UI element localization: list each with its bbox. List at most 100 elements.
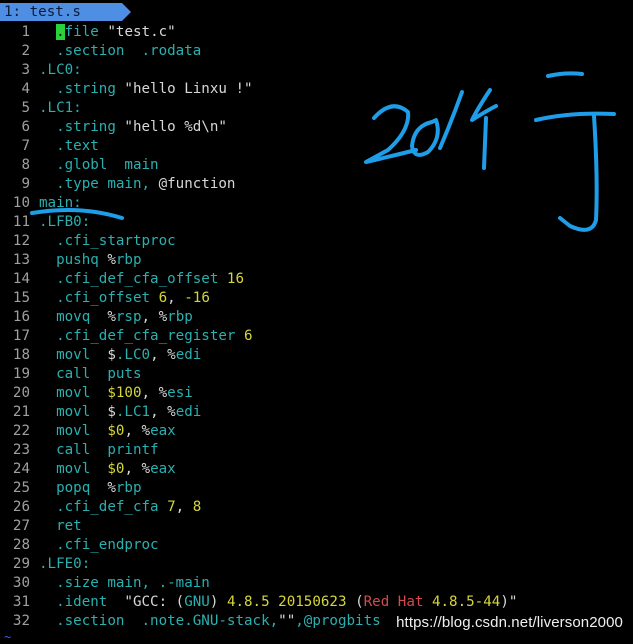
code-line[interactable]: 14 .cfi_def_cfa_offset 16 (0, 270, 633, 289)
code-token: movl (39, 404, 108, 420)
code-text: main: (39, 195, 82, 211)
code-line[interactable]: 6 .string "hello %d\n" (0, 118, 633, 137)
code-line[interactable]: 22 movl $0, %eax (0, 422, 633, 441)
code-line[interactable]: 10 main: (0, 194, 633, 213)
code-token: , (167, 290, 185, 306)
code-line[interactable]: 4 .string "hello Linxu !" (0, 80, 633, 99)
line-number: 27 (12, 518, 30, 534)
code-line[interactable]: 30 .size main, .-main (0, 574, 633, 593)
code-text: .LFE0: (39, 556, 90, 572)
code-token: 6 (158, 290, 168, 306)
code-text: movl $0, %eax (39, 461, 176, 477)
code-line[interactable]: 15 .cfi_offset 6, -16 (0, 289, 633, 308)
code-line[interactable]: 31 .ident "GCC: (GNU) 4.8.5 20150623 (Re… (0, 593, 633, 612)
code-token: .LC0: (39, 62, 82, 78)
code-text: pushq %rbp (39, 252, 141, 268)
code-token: edi (175, 404, 202, 420)
line-number: 3 (21, 62, 30, 78)
line-number: 17 (12, 328, 30, 344)
code-line[interactable]: 11 .LFB0: (0, 213, 633, 232)
line-number: 2 (21, 43, 30, 59)
code-token: % (141, 461, 151, 477)
code-token: , (124, 461, 142, 477)
code-line[interactable]: 17 .cfi_def_cfa_register 6 (0, 327, 633, 346)
code-token: "hello Linxu !" (124, 81, 253, 97)
tab-test-s[interactable]: 1: test.s (0, 3, 122, 21)
line-number: 30 (12, 575, 30, 591)
code-token: eax (150, 423, 176, 439)
code-token: .LFB0: (39, 214, 91, 230)
code-text: .section .note.GNU-stack,"",@progbits (39, 613, 381, 629)
code-line[interactable]: 16 movq %rsp, %rbp (0, 308, 633, 327)
line-number: 6 (21, 119, 30, 135)
code-line[interactable]: 9 .type main, @function (0, 175, 633, 194)
code-token: rsp (115, 309, 142, 325)
code-text: .text (39, 138, 99, 154)
code-token: "test.c" (107, 24, 176, 40)
code-line[interactable]: 8 .globl main (0, 156, 633, 175)
code-token: .section .rodata (39, 43, 202, 59)
code-line[interactable]: 13 pushq %rbp (0, 251, 633, 270)
code-token: ,@progbits (295, 613, 381, 629)
code-line[interactable]: 28 .cfi_endproc (0, 536, 633, 555)
code-text: movq %rsp, %rbp (39, 309, 193, 325)
line-number: 5 (21, 100, 30, 116)
line-number: 9 (21, 176, 30, 192)
code-token: .string (39, 81, 125, 97)
code-token: % (158, 385, 168, 401)
line-number: 24 (12, 461, 30, 477)
code-token: rbp (167, 309, 193, 325)
code-editor[interactable]: 1 .file "test.c" 2 .section .rodata 3 .LC0:… (0, 23, 633, 631)
watermark: https://blog.csdn.net/liverson2000 (396, 614, 623, 631)
code-line[interactable]: 7 .text (0, 137, 633, 156)
empty-line-tilde: ~ (4, 630, 12, 644)
code-token: .size main, .-main (39, 575, 210, 591)
code-token: $0 (107, 461, 125, 477)
code-line[interactable]: 2 .section .rodata (0, 42, 633, 61)
code-line[interactable]: 21 movl $.LC1, %edi (0, 403, 633, 422)
code-line[interactable]: 20 movl $100, %esi (0, 384, 633, 403)
code-token: .LC1: (39, 100, 82, 116)
code-text: movl $0, %eax (39, 423, 176, 439)
line-number: 18 (12, 347, 30, 363)
code-token: "" (278, 613, 296, 629)
code-text: popq %rbp (39, 480, 142, 496)
line-number: 25 (12, 480, 30, 496)
line-number: 12 (12, 233, 30, 249)
code-line[interactable]: 12 .cfi_startproc (0, 232, 633, 251)
code-token: esi (167, 385, 193, 401)
code-token: .cfi_def_cfa_offset (39, 271, 227, 287)
code-line[interactable]: 18 movl $.LC0, %edi (0, 346, 633, 365)
code-line[interactable]: 3 .LC0: (0, 61, 633, 80)
code-line[interactable]: 24 movl $0, %eax (0, 460, 633, 479)
line-number: 10 (12, 195, 30, 211)
code-line[interactable]: 1 .file "test.c" (0, 23, 633, 42)
code-token: Red Hat (363, 594, 424, 610)
code-line[interactable]: 27 ret (0, 517, 633, 536)
code-line[interactable]: 29 .LFE0: (0, 555, 633, 574)
tab-arrow-icon (122, 3, 131, 21)
code-line[interactable]: 5 .LC1: (0, 99, 633, 118)
code-text: movl $.LC1, %edi (39, 404, 201, 420)
code-text: .cfi_def_cfa 7, 8 (39, 499, 201, 515)
code-token: 16 (226, 271, 245, 287)
code-token: % (167, 404, 176, 420)
code-token: -16 (184, 290, 210, 306)
code-token: , (175, 499, 193, 515)
tab-bar: 1: test.s (0, 0, 633, 23)
code-token: ( (346, 594, 364, 610)
code-line[interactable]: 23 call printf (0, 441, 633, 460)
line-number: 20 (12, 385, 30, 401)
code-token: % (107, 309, 116, 325)
code-token: 6 (244, 328, 253, 344)
code-line[interactable]: 25 popq %rbp (0, 479, 633, 498)
code-token: rbp (115, 480, 142, 496)
code-token: , (150, 404, 168, 420)
code-text: movl $.LC0, %edi (39, 347, 201, 363)
code-token: $100 (107, 385, 142, 401)
code-token: @function (158, 176, 236, 192)
code-line[interactable]: 19 call puts (0, 365, 633, 384)
code-token: , (150, 347, 168, 363)
code-line[interactable]: 26 .cfi_def_cfa 7, 8 (0, 498, 633, 517)
